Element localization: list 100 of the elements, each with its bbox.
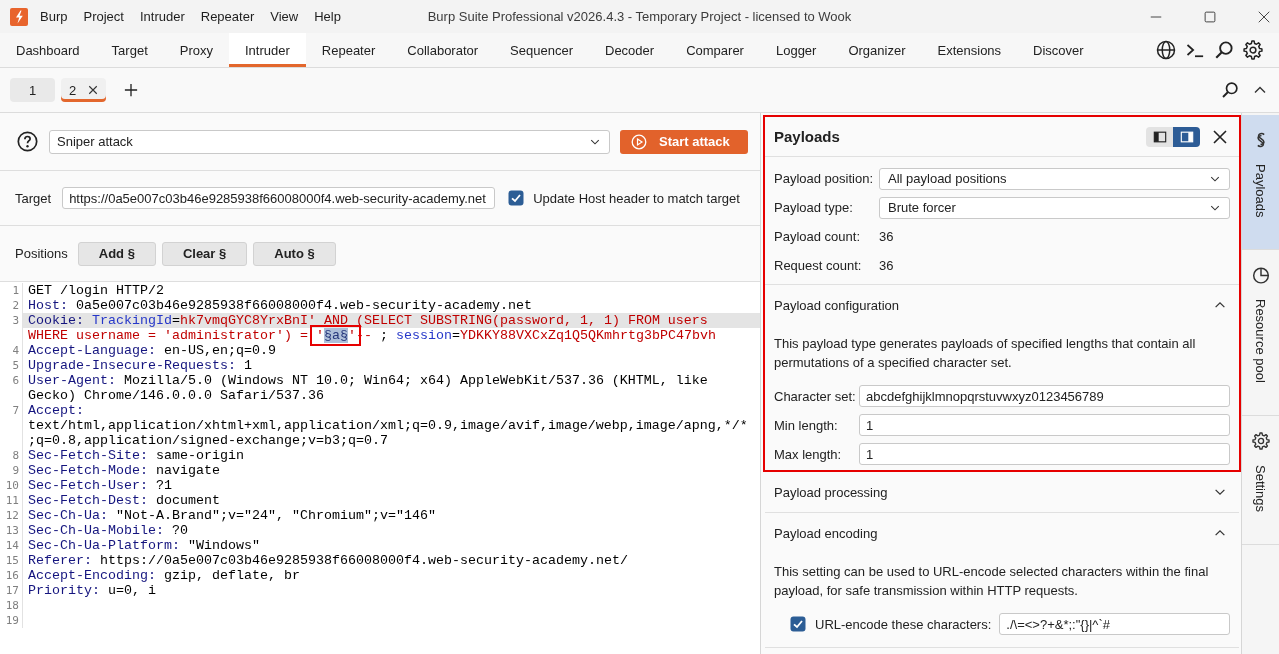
tab[interactable]: Repeater bbox=[305, 33, 392, 67]
line-number: 2 bbox=[0, 298, 23, 313]
side-tab[interactable]: Resource pool bbox=[1242, 250, 1279, 417]
code-line: Sec-Fetch-User: ?1 bbox=[27, 478, 173, 493]
checkbox[interactable] bbox=[508, 190, 525, 206]
field-label: Max length: bbox=[774, 446, 843, 462]
section-header[interactable]: Payload processing bbox=[765, 472, 1239, 512]
line-number: 4 bbox=[0, 343, 23, 358]
annotation-frame bbox=[309, 325, 361, 346]
code-line: Sec-Ch-Ua: "Not-A.Brand";v="24", "Chromium";v="146" bbox=[27, 508, 437, 523]
checkbox[interactable] bbox=[790, 616, 806, 632]
code-line: ;q=0.8,application/signed-exchange;v=b3;q=0.7 bbox=[27, 433, 389, 448]
field-label: Request count: bbox=[774, 258, 863, 273]
tab[interactable]: Decoder bbox=[589, 33, 671, 67]
menu-item[interactable]: Project bbox=[75, 6, 132, 27]
plus-icon[interactable] bbox=[124, 83, 139, 97]
code-line: Accept: bbox=[27, 403, 85, 418]
settings-icon[interactable] bbox=[1243, 40, 1263, 60]
code-line: Host: 0a5e007c03b46e9285938f66008000f4.web-security-academy.net bbox=[27, 298, 533, 313]
menu-item[interactable]: Help bbox=[306, 6, 349, 27]
marker-button[interactable]: Auto § bbox=[253, 241, 336, 266]
line-number: 1 bbox=[0, 283, 23, 298]
line-number: 18 bbox=[0, 598, 23, 613]
text-field[interactable]: 1 bbox=[859, 414, 1230, 436]
tab[interactable]: Sequencer bbox=[494, 33, 589, 67]
field-label: Payload position: bbox=[774, 171, 874, 186]
code-line: Sec-Fetch-Site: same-origin bbox=[27, 448, 245, 463]
menu-item[interactable]: View bbox=[262, 6, 307, 27]
view-toggle-button[interactable] bbox=[1146, 126, 1173, 147]
line-number: 10 bbox=[0, 478, 23, 493]
field-label: Payload count: bbox=[774, 229, 861, 244]
checkbox-label: Update Host header to match target bbox=[533, 190, 740, 206]
code-line: GET /login HTTP/2 bbox=[27, 283, 165, 298]
field-value: 36 bbox=[879, 258, 895, 273]
tab[interactable]: Target bbox=[95, 33, 164, 67]
line-number: 8 bbox=[0, 448, 23, 463]
maximize-icon[interactable] bbox=[1204, 10, 1216, 23]
field-label: Character set: bbox=[774, 388, 857, 404]
marker-button[interactable]: Clear § bbox=[161, 241, 248, 266]
code-line: Sec-Fetch-Dest: document bbox=[27, 493, 221, 508]
field-value: 36 bbox=[879, 229, 895, 244]
tab[interactable]: Organizer bbox=[832, 33, 922, 67]
help-icon[interactable] bbox=[17, 131, 38, 152]
menu-item[interactable]: Intruder bbox=[131, 6, 193, 27]
section-description: This setting can be used to URL-encode selected characters within the final payload, for safe transmission within HTTP requests. bbox=[774, 563, 1210, 600]
section-header[interactable]: Payload encoding bbox=[765, 513, 1239, 553]
line-number: 5 bbox=[0, 358, 23, 373]
text-field[interactable]: 1 bbox=[859, 443, 1230, 465]
line-number: 11 bbox=[0, 493, 23, 508]
line-number: 19 bbox=[0, 613, 23, 628]
tab[interactable]: Intruder bbox=[229, 33, 306, 67]
tab[interactable]: Logger bbox=[759, 33, 833, 67]
target-label: Target bbox=[15, 190, 52, 206]
menu-item[interactable]: Repeater bbox=[192, 6, 263, 27]
search-icon[interactable] bbox=[1221, 81, 1239, 99]
view-toggle-button[interactable] bbox=[1173, 126, 1200, 147]
side-tab[interactable]: Payloads bbox=[1242, 115, 1279, 251]
play-icon bbox=[631, 133, 647, 150]
line-number: 16 bbox=[0, 568, 23, 583]
window-title: Burp Suite Professional v2026.4.3 - Temporary Project - licensed to Wook bbox=[427, 9, 852, 24]
request-tab[interactable]: 1 bbox=[10, 78, 55, 102]
tab[interactable]: Discover bbox=[1017, 33, 1100, 67]
text-field[interactable]: abcdefghijklmnopqrstuvwxyz0123456789 bbox=[859, 385, 1230, 407]
close-icon[interactable] bbox=[1212, 128, 1228, 145]
code-line: Gecko) Chrome/146.0.0.0 Safari/537.36 bbox=[27, 388, 325, 403]
line-number: 15 bbox=[0, 553, 23, 568]
close-icon[interactable] bbox=[88, 85, 99, 95]
line-number: 6 bbox=[0, 373, 23, 403]
side-tab[interactable]: Settings bbox=[1242, 416, 1279, 546]
search-icon[interactable] bbox=[1214, 40, 1234, 60]
code-line: User-Agent: Mozilla/5.0 (Windows NT 10.0; Win64; x64) AppleWebKit/537.36 (KHTML, like bbox=[27, 373, 709, 388]
menu-item[interactable]: Burp bbox=[32, 6, 76, 27]
section-header[interactable]: Payload configuration bbox=[765, 285, 1239, 325]
lightning-logo-icon bbox=[10, 7, 28, 26]
close-icon[interactable] bbox=[1258, 10, 1270, 23]
code-line: Accept-Encoding: gzip, deflate, br bbox=[27, 568, 301, 583]
target-url-field[interactable]: https://0a5e007c03b46e9285938f66008000f4.web-security-academy.net bbox=[62, 187, 496, 209]
tab[interactable]: Proxy bbox=[163, 33, 229, 67]
text-field[interactable]: ./\=<>?+&*;:"{}|^`# bbox=[999, 613, 1230, 635]
marker-button[interactable]: Add § bbox=[77, 241, 156, 266]
panel-title: Payloads bbox=[774, 128, 841, 145]
code-line: Upgrade-Insecure-Requests: 1 bbox=[27, 358, 253, 373]
tab[interactable]: Collaborator bbox=[391, 33, 495, 67]
tab[interactable]: Dashboard bbox=[0, 33, 96, 67]
code-line: Accept-Language: en-US,en;q=0.9 bbox=[27, 343, 277, 358]
globe-icon[interactable] bbox=[1156, 40, 1176, 60]
line-number: 13 bbox=[0, 523, 23, 538]
code-line: text/html,application/xhtml+xml,application/xml;q=0.9,image/avif,image/webp,image/apng,*/* bbox=[27, 418, 749, 433]
line-number: 14 bbox=[0, 538, 23, 553]
positions-label: Positions bbox=[15, 246, 68, 261]
attack-type-dropdown[interactable]: Sniper attack bbox=[49, 129, 610, 154]
code-line: Priority: u=0, i bbox=[27, 583, 157, 598]
code-line: Sec-Fetch-Mode: navigate bbox=[27, 463, 221, 478]
dropdown[interactable]: Brute forcer bbox=[879, 196, 1230, 219]
code-line: Sec-Ch-Ua-Platform: "Windows" bbox=[27, 538, 261, 553]
request-tab[interactable]: 2 bbox=[61, 78, 107, 102]
checkbox-label: URL-encode these characters: bbox=[815, 616, 992, 632]
tab[interactable]: Extensions bbox=[921, 33, 1018, 67]
tab[interactable]: Comparer bbox=[670, 33, 760, 67]
dropdown[interactable]: All payload positions bbox=[879, 167, 1230, 190]
